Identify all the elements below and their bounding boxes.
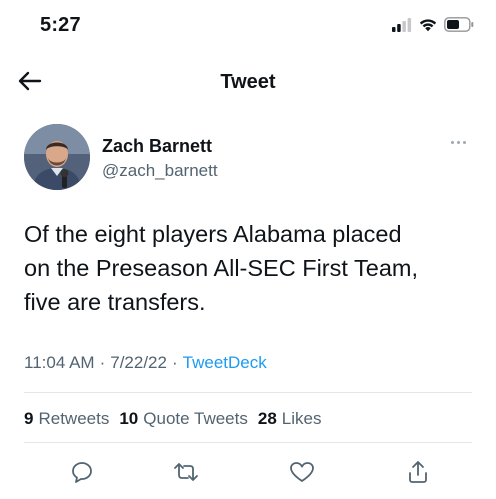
likes-label: Likes	[281, 409, 322, 428]
tweet-screen: 5:27 Tweet Zach Barnett @zach_barnett Of…	[0, 0, 496, 499]
retweet-button[interactable]	[170, 458, 202, 490]
reply-icon	[70, 460, 94, 489]
page-title: Tweet	[220, 71, 276, 93]
share-icon	[406, 460, 430, 489]
status-icons	[392, 17, 474, 37]
tweet-time: 11:04 AM	[24, 353, 95, 372]
more-dot-icon	[450, 140, 454, 144]
more-options-button[interactable]	[444, 132, 472, 152]
status-bar: 5:27	[0, 0, 496, 56]
meta-separator: ·	[99, 353, 106, 372]
divider	[24, 442, 472, 443]
tweet-date: 7/22/22	[110, 353, 167, 372]
likes-count: 28	[257, 409, 277, 428]
wifi-icon	[418, 17, 438, 37]
quote-tweets-label: Quote Tweets	[143, 409, 248, 428]
avatar[interactable]	[24, 124, 90, 190]
retweets-label: Retweets	[38, 409, 110, 428]
retweets-count: 9	[24, 409, 34, 428]
tweet-text: Of the eight players Alabama placed on t…	[24, 221, 419, 315]
retweets-stat[interactable]: 9 Retweets	[24, 409, 109, 429]
cellular-signal-icon	[392, 17, 412, 37]
reply-button[interactable]	[66, 458, 98, 490]
author-name[interactable]: Zach Barnett	[102, 136, 212, 157]
share-button[interactable]	[402, 458, 434, 490]
more-dot-icon	[462, 140, 466, 144]
action-bar	[0, 452, 496, 492]
meta-separator: ·	[171, 353, 178, 372]
more-dot-icon	[456, 140, 460, 144]
tweet-meta: 11:04 AM · 7/22/22 · TweetDeck	[24, 353, 267, 373]
likes-stat[interactable]: 28 Likes	[258, 409, 322, 429]
status-time: 5:27	[40, 14, 81, 36]
quote-tweets-count: 10	[119, 409, 139, 428]
nav-header: Tweet	[0, 56, 496, 110]
tweet-source-link[interactable]: TweetDeck	[183, 353, 267, 373]
battery-icon	[444, 17, 474, 37]
tweet-stats: 9 Retweets 10 Quote Tweets 28 Likes	[24, 409, 321, 429]
quote-tweets-stat[interactable]: 10 Quote Tweets	[119, 409, 248, 429]
tweet-author: Zach Barnett @zach_barnett	[24, 124, 472, 194]
like-icon	[289, 460, 315, 489]
retweet-icon	[173, 460, 199, 489]
author-handle[interactable]: @zach_barnett	[102, 161, 218, 181]
like-button[interactable]	[286, 458, 318, 490]
divider	[24, 392, 472, 393]
